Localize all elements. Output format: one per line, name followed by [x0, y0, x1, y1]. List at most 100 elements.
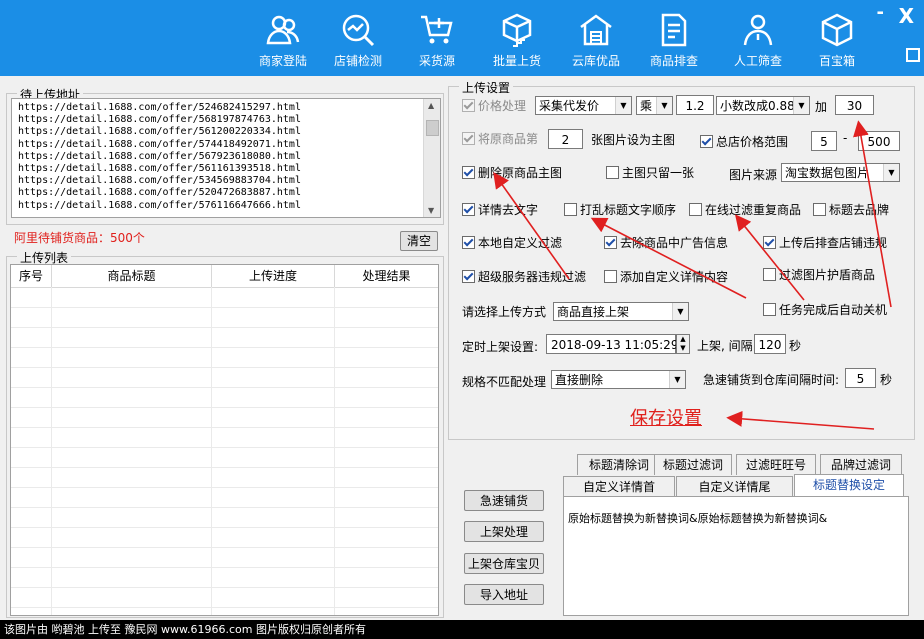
- online-dedupe-checkbox[interactable]: 在线过滤重复商品: [689, 203, 801, 217]
- tab-brand-filter-words[interactable]: 品牌过滤词: [820, 454, 902, 475]
- toolbar-product-check[interactable]: 商品排查: [634, 6, 714, 72]
- url-line: https://detail.1688.com/offer/5246824152…: [18, 102, 301, 113]
- price-mode-select[interactable]: 采集代发价 ▼: [535, 96, 632, 115]
- chevron-down-icon: ▼: [656, 97, 672, 114]
- title-remove-brand-label: 标题去品牌: [829, 203, 890, 217]
- filter-shield-images-checkbox[interactable]: 过滤图片护盾商品: [763, 268, 875, 282]
- schedule-label: 定时上架设置:: [462, 340, 539, 354]
- upload-table[interactable]: 序号 商品标题 上传进度 处理结果: [10, 264, 439, 616]
- price-min-input[interactable]: 5: [811, 131, 837, 151]
- tab-title-filter-words[interactable]: 标题过滤词: [654, 454, 732, 475]
- interval-seconds: 秒: [789, 339, 802, 353]
- keep-one-main-label: 主图只留一张: [622, 166, 695, 180]
- col-progress[interactable]: 上传进度: [212, 265, 335, 287]
- import-address-button[interactable]: 导入地址: [464, 584, 544, 605]
- tab-filter-wangwang[interactable]: 过滤旺旺号: [736, 454, 816, 475]
- spec-mode-select[interactable]: 直接删除 ▼: [551, 370, 686, 389]
- grid-row-line: [11, 607, 438, 608]
- check-violation-checkbox[interactable]: 上传后排查店铺违规: [763, 236, 887, 250]
- price-max-input[interactable]: 500: [858, 131, 900, 151]
- toolbar-toolbox[interactable]: 百宝箱: [797, 6, 877, 72]
- grid-row-line: [11, 527, 438, 528]
- shuffle-title-checkbox[interactable]: 打乱标题文字顺序: [564, 203, 676, 217]
- toolbar-label: 百宝箱: [818, 54, 855, 68]
- url-textarea[interactable]: https://detail.1688.com/offer/5246824152…: [11, 98, 441, 218]
- operator-select[interactable]: 乘 ▼: [636, 96, 673, 115]
- grid-row-line: [11, 507, 438, 508]
- list-warehouse-button[interactable]: 上架仓库宝贝: [464, 553, 544, 574]
- cube-icon: [821, 13, 853, 47]
- upload-mode-select[interactable]: 商品直接上架 ▼: [553, 302, 689, 321]
- list-process-button[interactable]: 上架处理: [464, 521, 544, 542]
- tab-title-clear-words[interactable]: 标题清除词: [577, 454, 661, 475]
- tab-custom-detail-head[interactable]: 自定义详情首: [563, 476, 675, 497]
- spin-down-icon[interactable]: ▼: [680, 344, 685, 352]
- toolbar-bulk-upload[interactable]: 批量上货: [477, 6, 557, 72]
- tab-title-replace-settings[interactable]: 标题替换设定: [794, 474, 904, 497]
- chart-search-icon: [342, 14, 375, 47]
- grid-row-line: [11, 407, 438, 408]
- del-main-image-checkbox[interactable]: 删除原商品主图: [462, 166, 562, 180]
- close-button[interactable]: X: [899, 4, 914, 28]
- document-check-icon: [661, 13, 687, 47]
- quick-list-button[interactable]: 急速铺货: [464, 490, 544, 511]
- image-source-select[interactable]: 淘宝数据包图片 ▼: [781, 163, 900, 182]
- image-source-label: 图片来源: [729, 168, 778, 182]
- title-replace-text[interactable]: 原始标题替换为新替换词&原始标题替换为新替换词&: [568, 511, 900, 526]
- orig-image-index-input[interactable]: 2: [548, 129, 583, 149]
- col-title[interactable]: 商品标题: [52, 265, 212, 287]
- decimal-mode-select[interactable]: 小数改成0.88 ▼: [716, 96, 810, 115]
- title-remove-brand-checkbox[interactable]: 标题去品牌: [813, 203, 889, 217]
- shuffle-title-label: 打乱标题文字顺序: [580, 203, 677, 217]
- price-range-checkbox[interactable]: 总店价格范围: [700, 135, 788, 149]
- orig-image-checkbox[interactable]: 将原商品第: [462, 132, 538, 146]
- scroll-down-icon[interactable]: ▼: [428, 206, 434, 215]
- grid-row-line: [11, 387, 438, 388]
- multiplier-input[interactable]: 1.2: [676, 95, 714, 115]
- spin-up-icon[interactable]: ▲: [680, 335, 685, 343]
- chevron-down-icon: ▼: [793, 97, 809, 114]
- scroll-up-icon[interactable]: ▲: [428, 101, 434, 110]
- url-line: https://detail.1688.com/offer/5681978747…: [18, 114, 301, 126]
- upload-mode-label: 请选择上传方式: [462, 305, 547, 319]
- remove-ads-checkbox[interactable]: 去除商品中广告信息: [604, 236, 728, 250]
- quick-interval-seconds: 秒: [880, 373, 893, 387]
- spec-mode-value: 直接删除: [555, 373, 604, 387]
- col-index[interactable]: 序号: [11, 265, 52, 287]
- add-value-input[interactable]: 30: [835, 95, 874, 115]
- interval-input[interactable]: 120: [754, 334, 786, 354]
- toolbar-label: 云库优品: [571, 54, 620, 68]
- add-label: 加: [815, 100, 828, 114]
- url-scrollbar[interactable]: ▲ ▼: [423, 99, 440, 217]
- toolbar-cloud-store[interactable]: 云库优品: [556, 6, 636, 72]
- schedule-time-input[interactable]: 2018-09-13 11:05:29: [546, 334, 678, 354]
- col-result[interactable]: 处理结果: [335, 265, 438, 287]
- detail-remove-text-checkbox[interactable]: 详情去文字: [462, 203, 538, 217]
- keep-one-main-checkbox[interactable]: 主图只留一张: [606, 166, 694, 180]
- minimize-button[interactable]: -: [877, 2, 884, 23]
- price-process-checkbox[interactable]: 价格处理: [462, 99, 526, 113]
- toolbar-source-goods[interactable]: 采货源: [397, 6, 477, 72]
- quick-interval-input[interactable]: 5: [845, 368, 876, 388]
- service-filter-checkbox[interactable]: 超级服务器违规过滤: [462, 270, 586, 284]
- add-custom-detail-checkbox[interactable]: 添加自定义详情内容: [604, 270, 728, 284]
- grid-row-line: [11, 547, 438, 548]
- grid-row-line: [11, 427, 438, 428]
- chevron-down-icon: ▼: [615, 97, 631, 114]
- schedule-spinner[interactable]: ▲ ▼: [676, 334, 690, 354]
- tab-custom-detail-tail[interactable]: 自定义详情尾: [676, 476, 793, 497]
- auto-shutdown-checkbox[interactable]: 任务完成后自动关机: [763, 303, 887, 317]
- clear-button[interactable]: 清空: [400, 231, 438, 251]
- restore-icon[interactable]: [906, 48, 920, 62]
- auto-shutdown-label: 任务完成后自动关机: [779, 303, 888, 317]
- save-settings-link[interactable]: 保存设置: [630, 404, 702, 430]
- online-dedupe-label: 在线过滤重复商品: [705, 203, 802, 217]
- toolbar-label: 商家登陆: [258, 54, 307, 68]
- local-filter-checkbox[interactable]: 本地自定义过滤: [462, 236, 562, 250]
- toolbar-manual-screen[interactable]: 人工筛查: [718, 6, 798, 72]
- toolbar-label: 人工筛查: [733, 54, 782, 68]
- toolbar-shop-check[interactable]: 店铺检测: [318, 6, 398, 72]
- toolbar-merchant-login[interactable]: 商家登陆: [243, 6, 323, 72]
- scroll-thumb[interactable]: [426, 120, 439, 136]
- grid-row-line: [11, 447, 438, 448]
